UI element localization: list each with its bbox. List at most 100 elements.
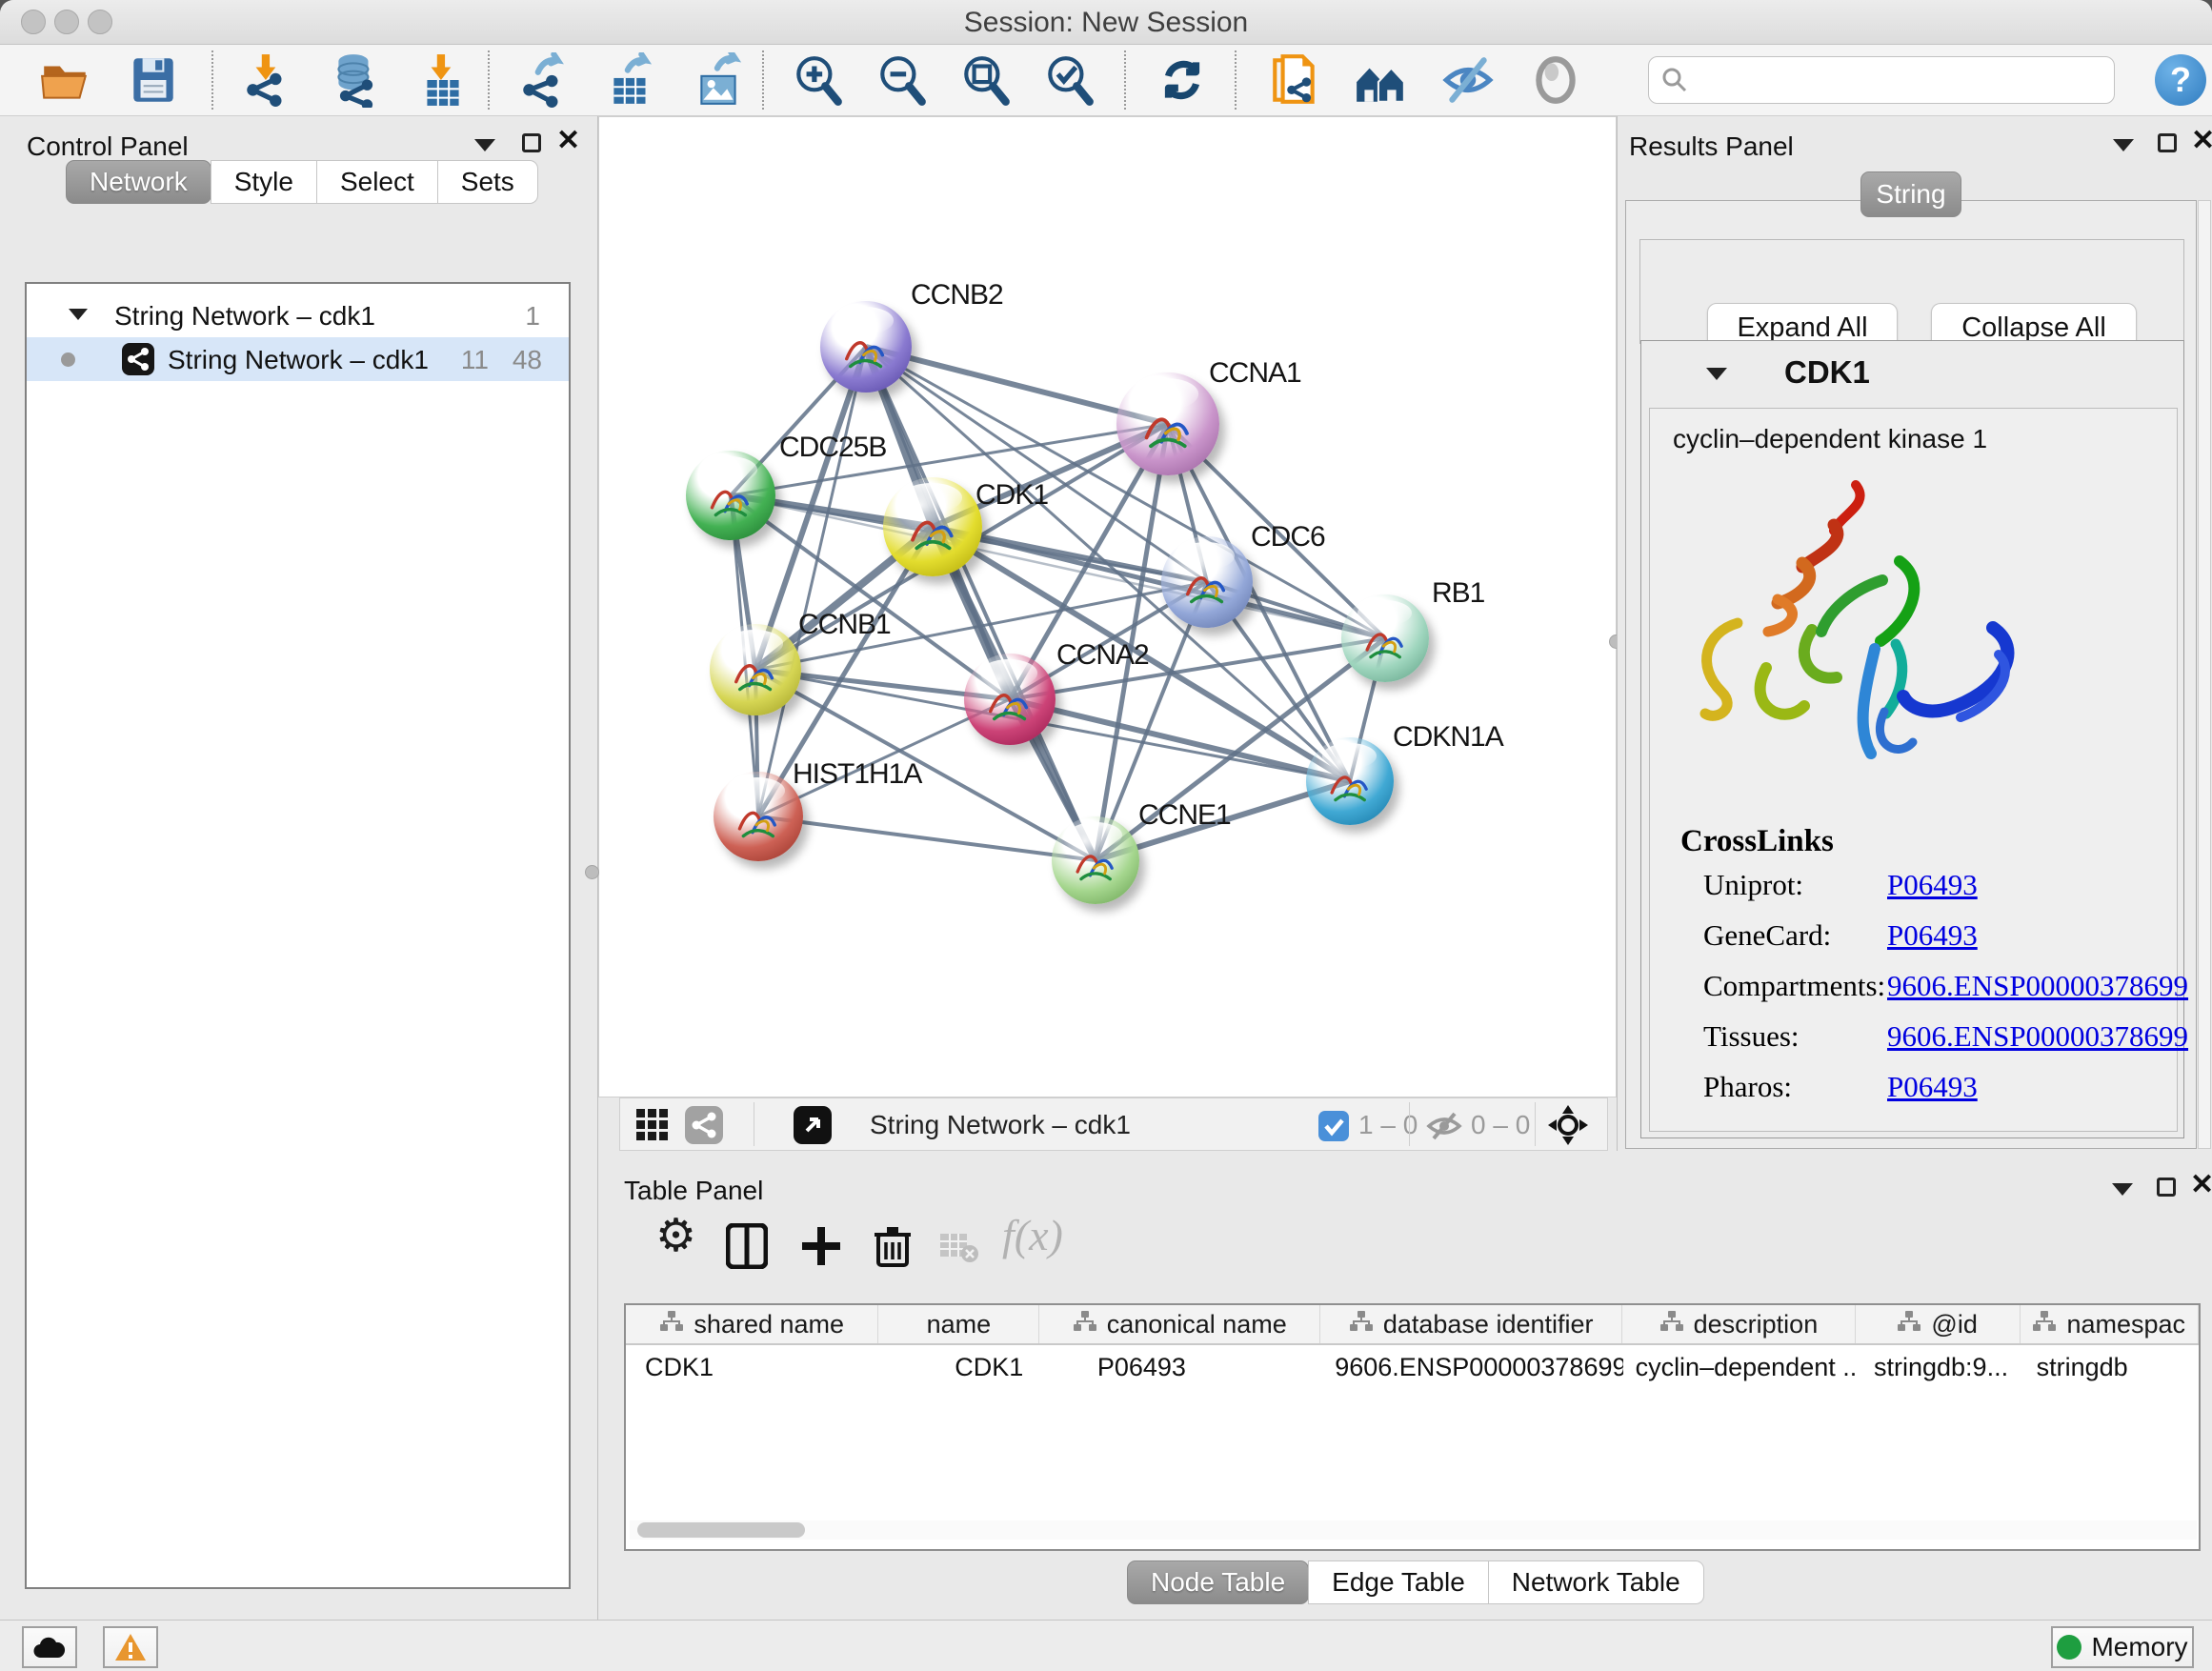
zoom-in-icon[interactable] (791, 52, 846, 108)
zoom-selected-icon[interactable] (1042, 52, 1097, 108)
edge-CCNA2-CDKN1A[interactable] (1010, 699, 1350, 781)
hidden-eye-slash-icon[interactable] (1426, 1110, 1462, 1142)
results-scrollbar[interactable] (2198, 200, 2211, 1149)
column-header-database-identifier[interactable]: database identifier (1320, 1305, 1622, 1343)
zoom-fit-icon[interactable] (958, 52, 1014, 108)
table-row[interactable]: CDK1CDK1P064939606.ENSP00000378699cyclin… (626, 1345, 2199, 1389)
crosslink-link[interactable]: 9606.ENSP00000378699 (1887, 969, 2188, 1003)
edge-HIST1H1A-CCNE1[interactable] (758, 816, 1096, 860)
delete-column-icon[interactable] (873, 1223, 913, 1269)
open-view-icon[interactable] (794, 1106, 832, 1144)
tab-network[interactable]: Network (66, 160, 211, 204)
node-CCNA1[interactable] (1116, 372, 1219, 475)
node-RB1[interactable] (1341, 594, 1429, 682)
crosslink-label: Pharos: (1703, 1070, 1792, 1104)
cloud-status-button[interactable] (22, 1626, 77, 1668)
search-box[interactable] (1648, 56, 2115, 104)
tab-edge-table[interactable]: Edge Table (1308, 1560, 1489, 1604)
float-panel-icon[interactable] (2157, 1178, 2176, 1197)
title-bar: Session: New Session (0, 0, 2212, 45)
export-table-icon[interactable] (604, 52, 659, 108)
help-icon[interactable]: ? (2155, 54, 2206, 106)
table-horizontal-scrollbar[interactable] (630, 1520, 2197, 1540)
search-input[interactable] (1689, 65, 2089, 96)
collection-expander-icon[interactable] (69, 309, 88, 320)
first-neighbors-icon[interactable] (1353, 52, 1408, 108)
tab-string[interactable]: String (1860, 171, 1961, 217)
cell-shared-name[interactable]: CDK1 (626, 1345, 878, 1389)
gene-section-expander-icon[interactable] (1706, 368, 1727, 380)
cell-database-identifier[interactable]: 9606.ENSP00000378699 (1321, 1345, 1622, 1389)
birds-eye-toggle-icon[interactable] (1548, 1105, 1588, 1145)
collapse-panel-icon[interactable] (474, 139, 495, 151)
cell-canonical-name[interactable]: P06493 (1040, 1345, 1321, 1389)
grid-view-icon[interactable] (635, 1108, 670, 1142)
node-CDC25B[interactable] (686, 451, 775, 540)
tab-sets[interactable]: Sets (437, 160, 538, 204)
column-header-canonical-name[interactable]: canonical name (1039, 1305, 1320, 1343)
crosslink-link[interactable]: 9606.ENSP00000378699 (1887, 1019, 2188, 1054)
edge-CCNB2-HIST1H1A[interactable] (758, 347, 866, 816)
import-network-database-icon[interactable] (328, 52, 383, 108)
delete-table-icon[interactable] (939, 1233, 979, 1263)
crosslink-link[interactable]: P06493 (1887, 868, 1978, 902)
cell-name[interactable]: CDK1 (878, 1345, 1040, 1389)
cloud-icon (32, 1635, 67, 1660)
show-all-icon[interactable] (1528, 52, 1583, 108)
import-network-file-icon[interactable] (240, 52, 295, 108)
tab-network-table[interactable]: Network Table (1488, 1560, 1704, 1604)
node-CDKN1A[interactable] (1306, 737, 1394, 825)
column-header-description[interactable]: description (1622, 1305, 1856, 1343)
tab-style[interactable]: Style (211, 160, 317, 204)
node-CDC6[interactable] (1161, 536, 1253, 628)
scrollbar-thumb[interactable] (637, 1522, 805, 1538)
selected-checkbox-icon[interactable] (1318, 1111, 1349, 1141)
column-header-shared-name[interactable]: shared name (626, 1305, 878, 1343)
refresh-icon[interactable] (1155, 52, 1210, 108)
show-columns-icon[interactable] (726, 1223, 768, 1269)
float-panel-icon[interactable] (2158, 133, 2177, 152)
left-splitter-handle[interactable] (585, 865, 599, 879)
float-panel-icon[interactable] (522, 133, 541, 152)
import-table-file-icon[interactable] (415, 52, 471, 108)
cell-description[interactable]: cyclin–dependent ... (1623, 1345, 1856, 1389)
export-network-icon[interactable] (516, 52, 572, 108)
column-header-name[interactable]: name (878, 1305, 1039, 1343)
column-header-@id[interactable]: @id (1856, 1305, 2021, 1343)
tab-select[interactable]: Select (316, 160, 438, 204)
gene-section: CDK1 cyclin–dependent kinase 1 (1640, 340, 2184, 1138)
node-HIST1H1A[interactable] (714, 772, 803, 861)
crosslink-link[interactable]: P06493 (1887, 918, 1978, 953)
crosslink-link[interactable]: P06493 (1887, 1070, 1978, 1104)
close-panel-icon[interactable]: ✕ (2191, 131, 2212, 151)
warning-status-button[interactable] (103, 1626, 158, 1668)
node-CDK1[interactable] (883, 477, 982, 576)
close-panel-icon[interactable]: ✕ (556, 131, 580, 151)
save-session-icon[interactable] (126, 52, 181, 108)
network-from-document-icon[interactable] (1267, 52, 1322, 108)
cell-@id[interactable]: stringdb:9... (1856, 1345, 2021, 1389)
create-column-icon[interactable] (800, 1225, 842, 1267)
memory-button[interactable]: Memory (2051, 1626, 2194, 1668)
zoom-out-icon[interactable] (875, 52, 930, 108)
collapse-panel-icon[interactable] (2112, 1183, 2133, 1196)
node-CCNB2[interactable] (820, 301, 912, 393)
column-header-namespac[interactable]: namespac (2021, 1305, 2200, 1343)
cell-namespac[interactable]: stringdb (2021, 1345, 2199, 1389)
node-CCNA2[interactable] (964, 654, 1056, 745)
node-CCNB1[interactable] (710, 624, 801, 715)
close-panel-icon[interactable]: ✕ (2190, 1176, 2212, 1195)
control-panel: Control Panel ✕ NetworkStyleSelectSets 1… (0, 116, 598, 1620)
network-collection-row[interactable]: String Network – cdk1 1 (27, 293, 569, 337)
network-row[interactable]: String Network – cdk1 11 48 (27, 337, 569, 381)
string-view-icon[interactable] (685, 1106, 723, 1144)
export-image-icon[interactable] (692, 52, 747, 108)
network-canvas[interactable]: CCNB2CCNA1CDC25BCDK1CDC6RB1CCNB1CCNA2CDK… (598, 116, 1617, 1097)
tab-node-table[interactable]: Node Table (1127, 1560, 1309, 1604)
function-builder-icon[interactable]: f(x) (1002, 1210, 1063, 1260)
collapse-panel-icon[interactable] (2113, 139, 2134, 151)
hide-selected-icon[interactable] (1440, 52, 1496, 108)
open-session-icon[interactable] (38, 52, 93, 108)
table-options-gear-icon[interactable]: ⚙ (655, 1218, 696, 1256)
node-CCNE1[interactable] (1052, 816, 1139, 904)
